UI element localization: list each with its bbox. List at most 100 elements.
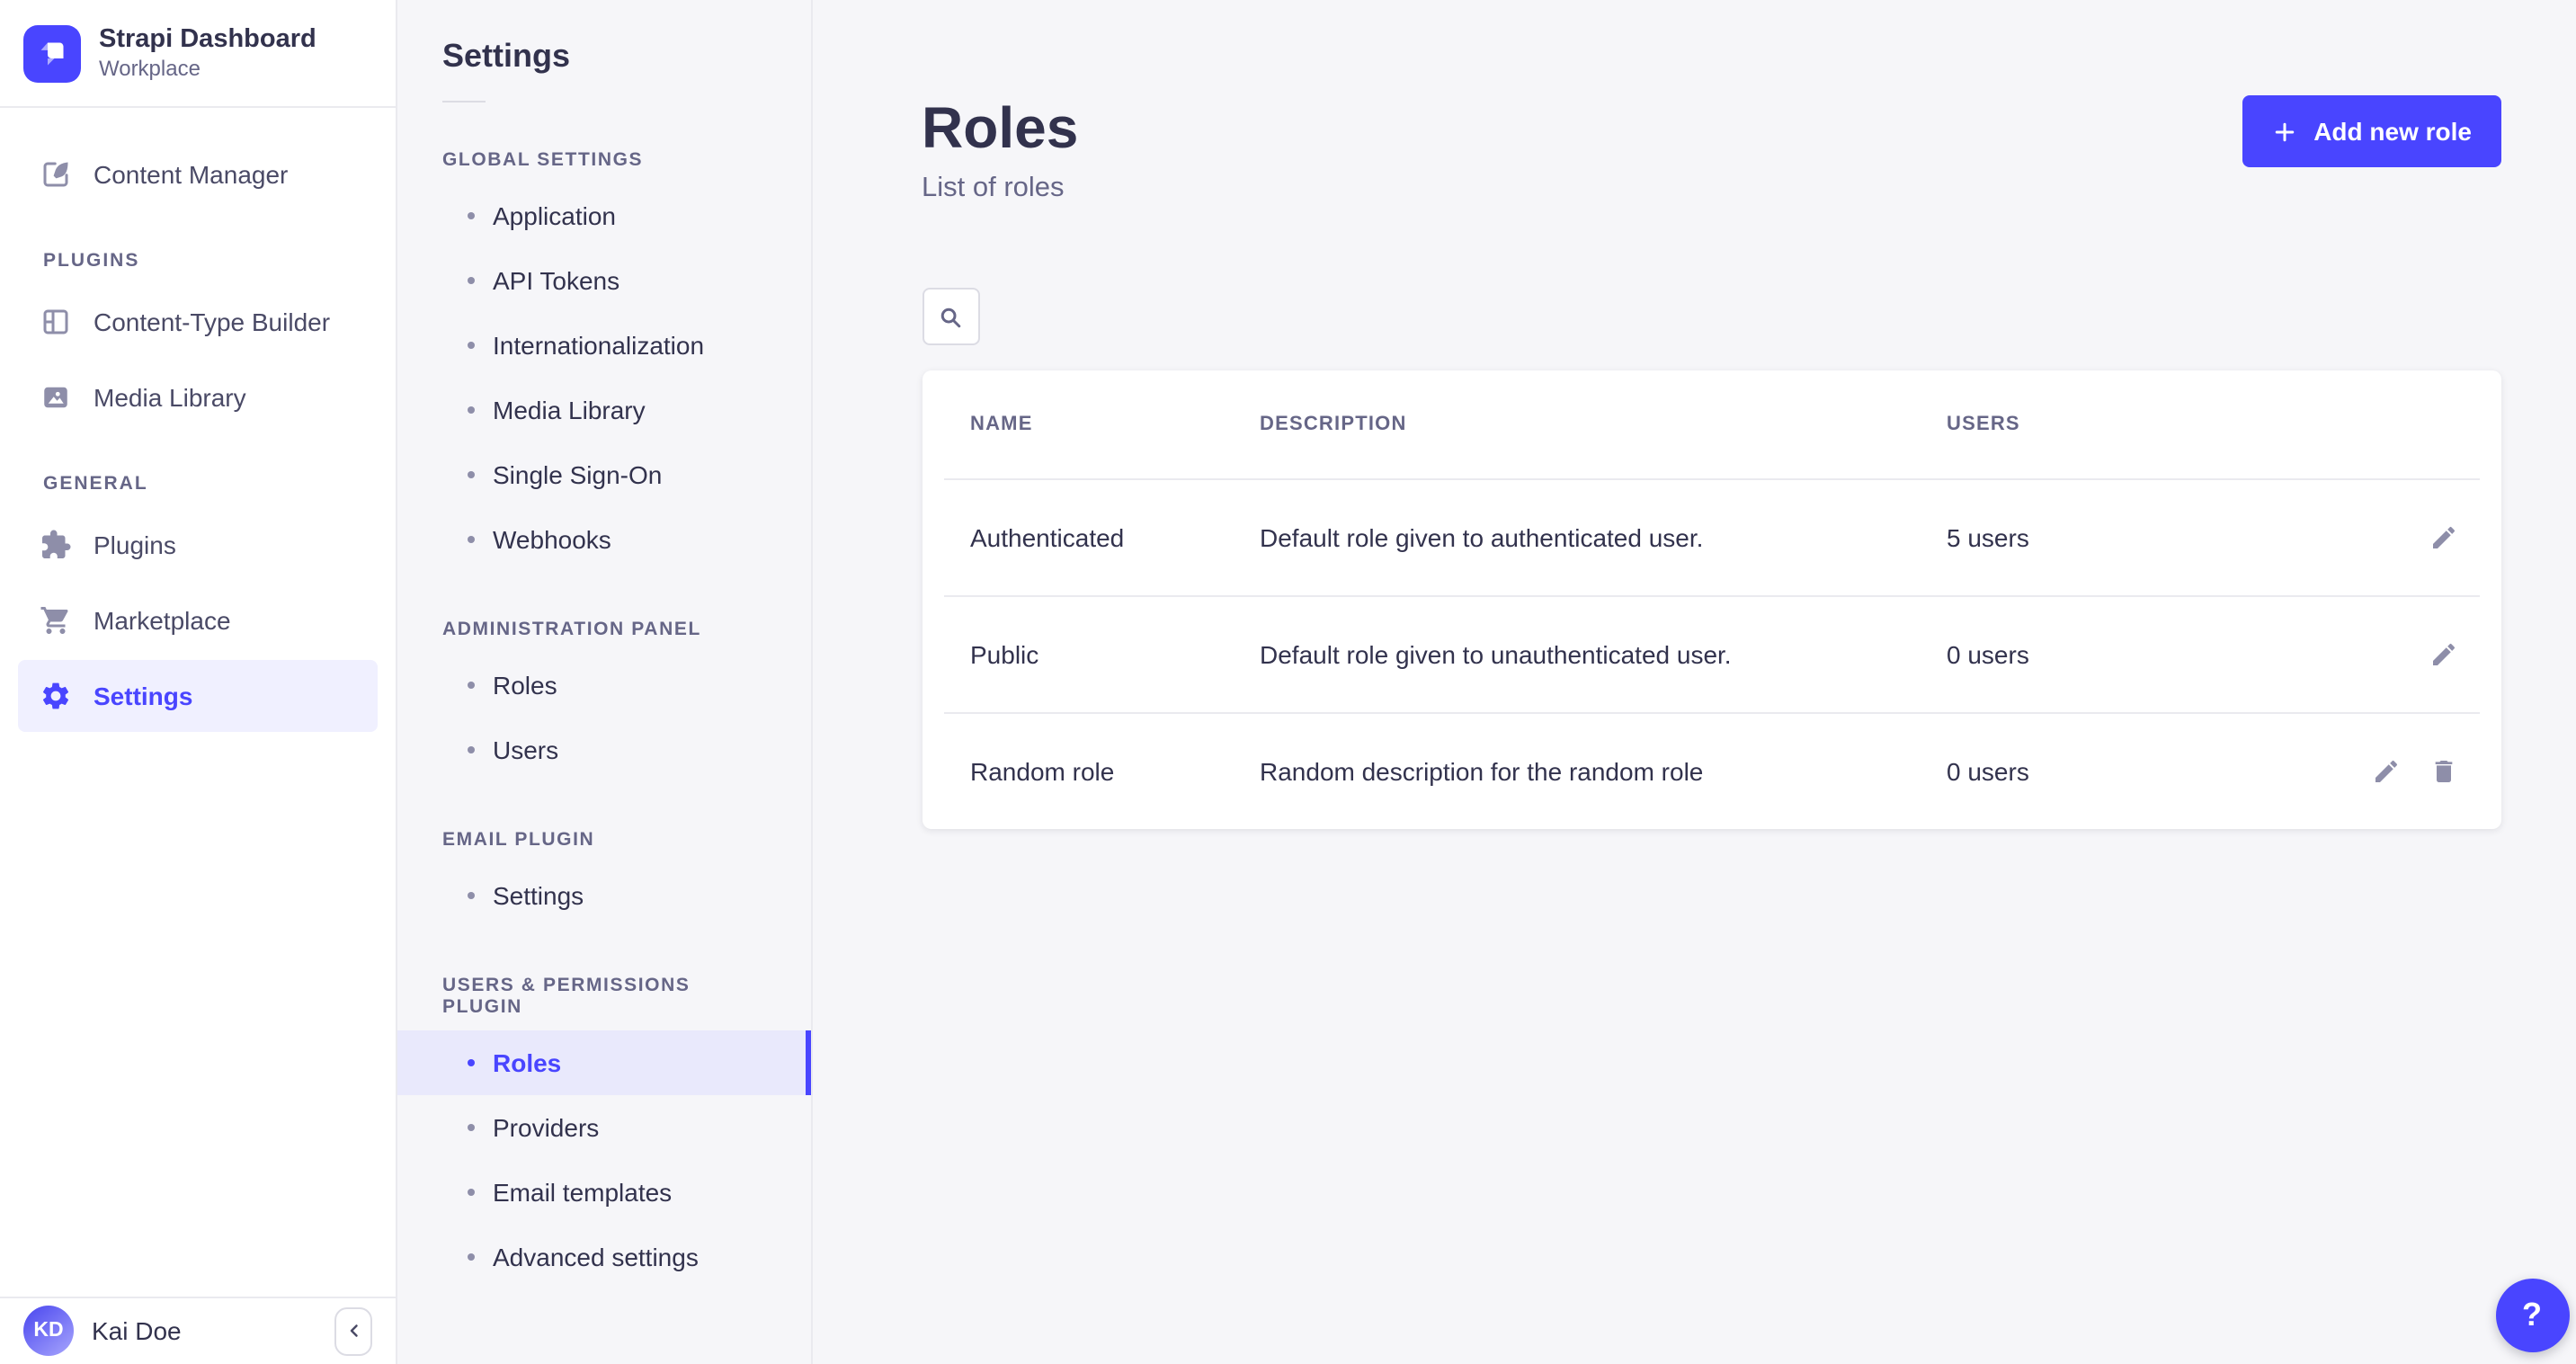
avatar[interactable]: KD [23, 1306, 74, 1356]
bullet-icon [468, 212, 475, 219]
subnav-section-users-permissions-plugin: USERS & PERMISSIONS PLUGIN Roles Provide… [397, 975, 810, 1289]
table-row-random-role[interactable]: Random role Random description for the r… [943, 712, 2479, 829]
page-header: Roles List of roles Add new role [812, 0, 2576, 205]
role-users-count: 0 users [1947, 757, 2371, 786]
row-actions [2429, 640, 2457, 669]
collapse-sidebar-button[interactable] [334, 1306, 372, 1355]
sidebar-item-label: Content Manager [94, 160, 288, 189]
bullet-icon [468, 682, 475, 689]
search-icon [937, 303, 964, 330]
subnav-item-label: Single Sign-On [493, 460, 662, 489]
settings-subnav: Settings GLOBAL SETTINGS Application API… [397, 0, 812, 1364]
subnav-item-internationalization[interactable]: Internationalization [397, 313, 810, 378]
question-mark-icon: ? [2522, 1296, 2542, 1333]
bullet-icon [468, 1189, 475, 1196]
bullet-icon [468, 1059, 475, 1066]
column-header-users: USERS [1947, 414, 2457, 435]
trash-icon [2429, 757, 2457, 786]
subnav-item-email-templates[interactable]: Email templates [397, 1160, 810, 1225]
bullet-icon [468, 342, 475, 349]
page-header-text: Roles List of roles [922, 95, 1078, 205]
search-button[interactable] [922, 288, 979, 345]
pencil-icon [2429, 523, 2457, 552]
puzzle-icon [40, 529, 72, 561]
subnav-item-label: Roles [493, 1048, 561, 1077]
sidebar-item-media-library[interactable]: Media Library [18, 361, 378, 433]
role-users-count: 0 users [1947, 640, 2429, 669]
sidebar-item-label: Content-Type Builder [94, 308, 330, 336]
brand-header[interactable]: Strapi Dashboard Workplace [0, 0, 396, 108]
subnav-item-admin-users[interactable]: Users [397, 718, 810, 782]
subnav-item-label: Email templates [493, 1178, 672, 1207]
subnav-section-administration-panel: ADMINISTRATION PANEL Roles Users [397, 619, 810, 782]
subnav-item-label: Advanced settings [493, 1243, 699, 1271]
subnav-divider [442, 101, 486, 103]
subnav-section-label: GLOBAL SETTINGS [397, 149, 810, 171]
page-subtitle: List of roles [922, 173, 1078, 205]
subnav-item-label: Application [493, 201, 616, 230]
edit-role-button[interactable] [2429, 640, 2457, 669]
add-new-role-label: Add new role [2313, 117, 2472, 146]
page-title: Roles [922, 95, 1078, 160]
table-header-row: NAME DESCRIPTION USERS [943, 370, 2479, 478]
table-row-authenticated[interactable]: Authenticated Default role given to auth… [943, 478, 2479, 595]
help-button[interactable]: ? [2495, 1278, 2569, 1351]
bullet-icon [468, 471, 475, 478]
column-header-description: DESCRIPTION [1260, 414, 1947, 435]
sidebar-item-content-type-builder[interactable]: Content-Type Builder [18, 286, 378, 358]
roles-table-card: NAME DESCRIPTION USERS Authenticated Def… [922, 370, 2500, 829]
delete-role-button[interactable] [2429, 757, 2457, 786]
subnav-item-email-settings[interactable]: Settings [397, 863, 810, 928]
add-new-role-button[interactable]: Add new role [2242, 95, 2500, 167]
subnav-item-single-sign-on[interactable]: Single Sign-On [397, 442, 810, 507]
edit-role-button[interactable] [2371, 757, 2400, 786]
sidebar-section-general: GENERAL [43, 473, 396, 495]
sidebar-item-content-manager[interactable]: Content Manager [18, 138, 378, 210]
bullet-icon [468, 1124, 475, 1131]
role-description: Default role given to unauthenticated us… [1260, 640, 1947, 669]
user-section: KD Kai Doe [0, 1296, 396, 1364]
cart-icon [40, 604, 72, 637]
sidebar-item-label: Plugins [94, 530, 176, 559]
subnav-section-global-settings: GLOBAL SETTINGS Application API Tokens I… [397, 149, 810, 572]
subnav-item-label: Internationalization [493, 331, 704, 360]
main-sidebar: Strapi Dashboard Workplace Content Manag… [0, 0, 397, 1364]
strapi-admin-app: Strapi Dashboard Workplace Content Manag… [0, 0, 2576, 1364]
subnav-section-label: ADMINISTRATION PANEL [397, 619, 810, 640]
subnav-item-providers[interactable]: Providers [397, 1095, 810, 1160]
subnav-section-label: EMAIL PLUGIN [397, 829, 810, 851]
sidebar-item-label: Marketplace [94, 606, 231, 635]
sidebar-nav: Content Manager PLUGINS Content-Type Bui… [0, 108, 396, 1296]
subnav-item-advanced-settings[interactable]: Advanced settings [397, 1225, 810, 1289]
bullet-icon [468, 746, 475, 753]
layout-icon [40, 306, 72, 338]
table-row-public[interactable]: Public Default role given to unauthentic… [943, 595, 2479, 712]
bullet-icon [468, 406, 475, 414]
subnav-item-application[interactable]: Application [397, 183, 810, 248]
subnav-section-email-plugin: EMAIL PLUGIN Settings [397, 829, 810, 928]
app-title: Strapi Dashboard [99, 24, 316, 55]
subnav-item-up-roles[interactable]: Roles [397, 1030, 810, 1095]
subnav-item-admin-roles[interactable]: Roles [397, 653, 810, 718]
pencil-icon [2371, 757, 2400, 786]
pencil-icon [2429, 640, 2457, 669]
subnav-item-label: Webhooks [493, 525, 611, 554]
sidebar-item-marketplace[interactable]: Marketplace [18, 584, 378, 656]
sidebar-item-settings[interactable]: Settings [18, 660, 378, 732]
bullet-icon [468, 892, 475, 899]
viewport: Strapi Dashboard Workplace Content Manag… [0, 0, 2576, 1364]
role-description: Default role given to authenticated user… [1260, 523, 1947, 552]
image-icon [40, 381, 72, 414]
feather-pen-icon [40, 158, 72, 191]
row-actions [2429, 523, 2457, 552]
bullet-icon [468, 1253, 475, 1261]
subnav-item-media-library[interactable]: Media Library [397, 378, 810, 442]
chevron-left-icon [343, 1320, 364, 1342]
edit-role-button[interactable] [2429, 523, 2457, 552]
sidebar-item-plugins[interactable]: Plugins [18, 509, 378, 581]
bullet-icon [468, 536, 475, 543]
subnav-item-webhooks[interactable]: Webhooks [397, 507, 810, 572]
role-users-count: 5 users [1947, 523, 2429, 552]
subnav-item-api-tokens[interactable]: API Tokens [397, 248, 810, 313]
role-name: Random role [970, 757, 1260, 786]
